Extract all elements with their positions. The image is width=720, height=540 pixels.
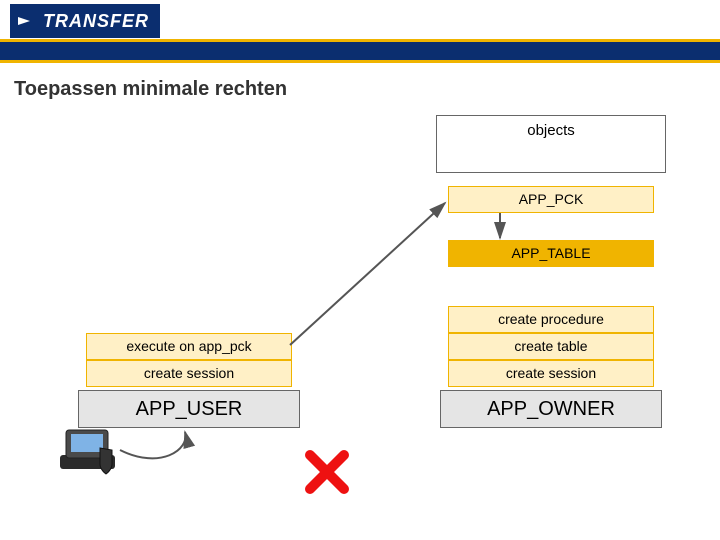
object-app-pck: APP_PCK [448, 186, 654, 213]
role-app-user: APP_USER [78, 390, 300, 428]
objects-label: objects [527, 122, 575, 139]
perm-create-table: create table [448, 333, 654, 360]
header-bar [0, 42, 720, 60]
divider [0, 60, 720, 63]
perm-create-session-owner: create session [448, 360, 654, 387]
role-app-owner: APP_OWNER [440, 390, 662, 428]
brand-text: TRANSFER [43, 11, 149, 32]
brand-logo: TRANSFER [10, 4, 160, 38]
slide-title: Toepassen minimale rechten [14, 78, 287, 101]
perm-create-session-user: create session [86, 360, 292, 387]
objects-box: objects [436, 115, 666, 173]
perm-create-procedure: create procedure [448, 306, 654, 333]
object-app-table: APP_TABLE [448, 240, 654, 267]
perm-execute-on-app-pck: execute on app_pck [86, 333, 292, 360]
arrow-icon [18, 17, 40, 25]
